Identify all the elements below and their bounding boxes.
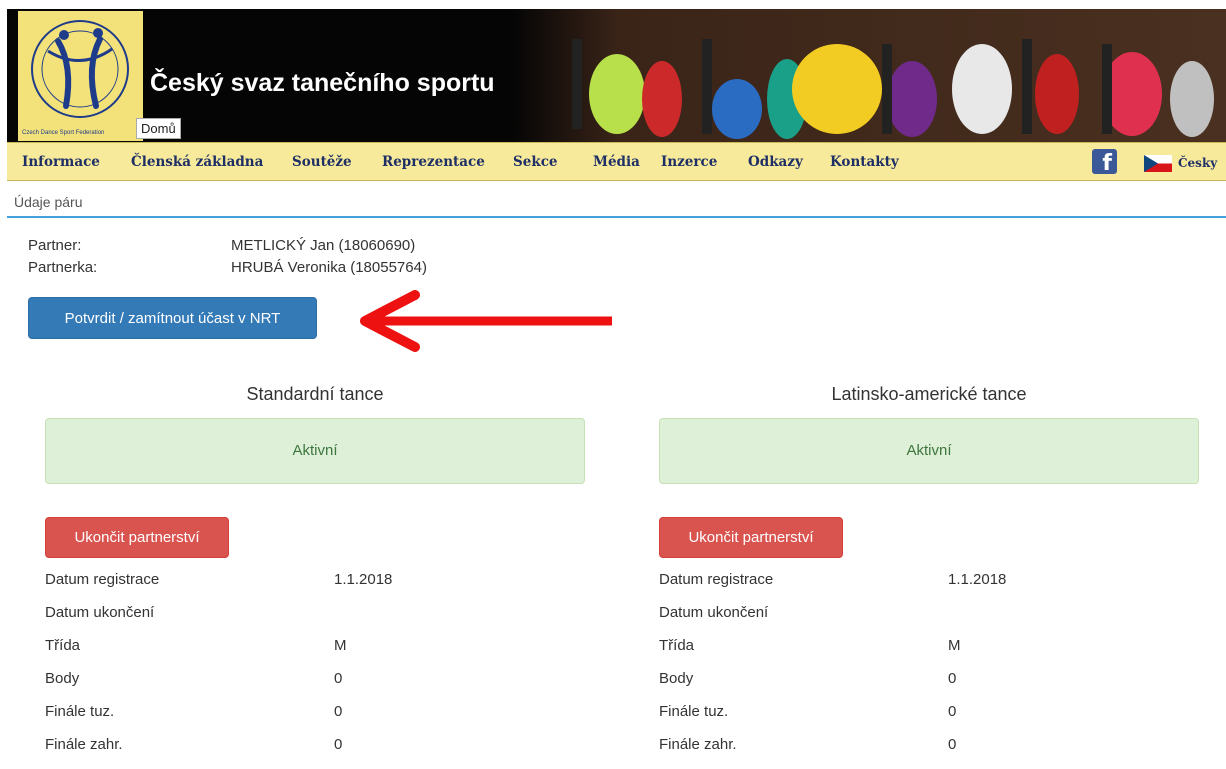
nav-inzerce[interactable]: Inzerce	[661, 154, 717, 170]
language-selector[interactable]: Česky	[1178, 156, 1217, 170]
red-arrow-icon	[360, 290, 612, 352]
status-badge: Aktivní	[45, 418, 585, 484]
row-value: 0	[334, 736, 343, 753]
dancing-couple-logo-icon	[31, 20, 129, 118]
partner-label: Partner:	[28, 237, 82, 254]
row-label: Datum ukončení	[659, 604, 769, 621]
standard-dances-column: Standardní tance Aktivní Ukončit partner…	[45, 384, 585, 753]
nav-media[interactable]: Média	[593, 154, 640, 170]
row-label: Finále tuz.	[45, 703, 115, 720]
header-banner: Czech Dance Sport Federation Český svaz …	[7, 9, 1226, 142]
status-badge: Aktivní	[659, 418, 1199, 484]
row-value: 1.1.2018	[948, 571, 1007, 588]
end-partnership-button[interactable]: Ukončit partnerství	[659, 517, 843, 558]
row-value: 0	[334, 670, 343, 687]
main-navigation: Informace Členská základna Soutěže Repre…	[7, 142, 1226, 181]
logo-caption: Czech Dance Sport Federation	[22, 130, 105, 136]
nav-kontakty[interactable]: Kontakty	[830, 154, 899, 170]
row-label: Body	[45, 670, 80, 687]
czech-flag-icon[interactable]	[1144, 155, 1172, 172]
row-value: 0	[948, 736, 957, 753]
nav-informace[interactable]: Informace	[22, 154, 100, 170]
row-value: 0	[334, 703, 343, 720]
nav-odkazy[interactable]: Odkazy	[748, 154, 803, 170]
partnerka-label: Partnerka:	[28, 259, 98, 276]
nav-reprezentace[interactable]: Reprezentace	[382, 154, 485, 170]
breadcrumb: Údaje páru	[14, 194, 83, 210]
home-link[interactable]: Domů	[136, 118, 181, 139]
nav-sekce[interactable]: Sekce	[513, 154, 558, 170]
row-value: 1.1.2018	[334, 571, 393, 588]
dancers-photo-strip	[512, 9, 1226, 142]
partnerka-value: HRUBÁ Veronika (18055764)	[231, 259, 427, 276]
column-title: Standardní tance	[246, 384, 384, 404]
confirm-nrt-button[interactable]: Potvrdit / zamítnout účast v NRT	[28, 297, 317, 339]
row-value: 0	[948, 670, 957, 687]
row-label: Třída	[45, 637, 81, 654]
facebook-icon[interactable]: f	[1092, 149, 1117, 174]
partner-value: METLICKÝ Jan (18060690)	[231, 237, 416, 254]
row-label: Třída	[659, 637, 695, 654]
federation-logo[interactable]: Czech Dance Sport Federation	[18, 11, 143, 141]
row-label: Finále zahr.	[45, 736, 123, 753]
row-label: Datum ukončení	[45, 604, 155, 621]
breadcrumb-divider	[7, 216, 1226, 218]
nav-souteze[interactable]: Soutěže	[292, 154, 352, 170]
row-label: Finále tuz.	[659, 703, 729, 720]
row-label: Datum registrace	[659, 571, 774, 588]
column-title: Latinsko-americké tance	[831, 384, 1027, 404]
site-title[interactable]: Český svaz tanečního sportu	[150, 69, 495, 98]
latin-dances-column: Latinsko-americké tance Aktivní Ukončit …	[659, 384, 1199, 753]
nav-clenska-zakladna[interactable]: Členská základna	[131, 154, 263, 170]
row-value: M	[334, 637, 347, 654]
end-partnership-button[interactable]: Ukončit partnerství	[45, 517, 229, 558]
row-label: Finále zahr.	[659, 736, 737, 753]
row-value: 0	[948, 703, 957, 720]
row-label: Body	[659, 670, 694, 687]
row-value: M	[948, 637, 961, 654]
row-label: Datum registrace	[45, 571, 160, 588]
